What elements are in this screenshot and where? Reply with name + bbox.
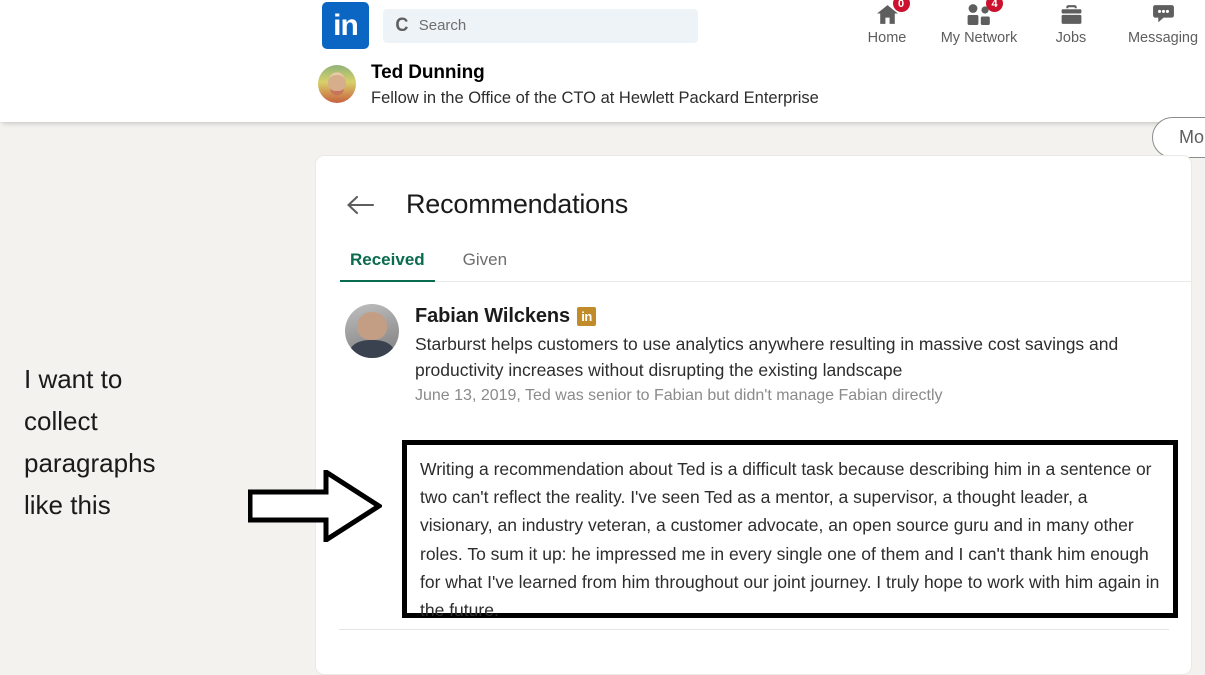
search-icon: C — [395, 15, 409, 36]
recommender-name-row: Fabian Wilckens in — [415, 305, 1185, 328]
nav-label-my-network: My Network — [940, 30, 1018, 46]
linkedin-logo-text: in — [333, 8, 359, 42]
nav-label-messaging: Messaging — [1127, 30, 1199, 46]
my-network-badge: 4 — [986, 0, 1003, 12]
briefcase-icon-wrap — [1058, 2, 1085, 28]
message-bubble-icon-wrap — [1150, 2, 1177, 28]
more-button[interactable]: More — [1152, 117, 1205, 158]
nav-item-messaging[interactable]: Messaging — [1117, 0, 1205, 51]
my-network-icon-wrap: 4 — [964, 0, 1003, 28]
divider — [339, 629, 1169, 630]
tab-list: Received Given — [340, 244, 1191, 282]
back-button[interactable] — [344, 192, 378, 218]
search-placeholder: Search — [418, 17, 467, 34]
recommendation-body: Fabian Wilckens in Starburst helps custo… — [415, 304, 1185, 405]
linkedin-premium-badge-icon: in — [577, 307, 597, 326]
linkedin-logo-icon[interactable]: in — [322, 2, 369, 49]
annotation-arrow — [247, 467, 384, 547]
card-header: Recommendations — [316, 156, 1191, 220]
briefcase-icon — [1061, 5, 1081, 24]
profile-headline: Fellow in the Office of the CTO at Hewle… — [371, 88, 819, 107]
right-arrow-annotation-icon — [247, 467, 384, 545]
annotation-text: I want to collect paragraphs like this — [24, 364, 156, 521]
recommendation-meta: June 13, 2019, Ted was senior to Fabian … — [415, 387, 943, 405]
recommender-name[interactable]: Fabian Wilckens — [415, 305, 570, 328]
nav-left-group: in C Search — [322, 0, 698, 51]
message-bubble-icon — [1152, 5, 1174, 23]
nav-item-home[interactable]: 0 Home — [841, 0, 933, 51]
highlighted-paragraph-box: Writing a recommendation about Ted is a … — [402, 440, 1178, 620]
nav-label-jobs: Jobs — [1055, 30, 1087, 46]
tab-given[interactable]: Given — [453, 244, 517, 281]
recommender-headline: Starburst helps customers to use analyti… — [415, 334, 1119, 380]
profile-subheader: Ted Dunning Fellow in the Office of the … — [0, 51, 1205, 158]
profile-text-group: Ted Dunning Fellow in the Office of the … — [371, 61, 819, 110]
recommendation-text: Writing a recommendation about Ted is a … — [420, 459, 1160, 620]
avatar[interactable] — [318, 65, 356, 103]
nav-item-my-network[interactable]: 4 My Network — [933, 0, 1025, 51]
search-input[interactable]: C Search — [383, 8, 698, 43]
recommendation-item: Fabian Wilckens in Starburst helps custo… — [316, 282, 1191, 405]
profile-identity-group: Ted Dunning Fellow in the Office of the … — [318, 61, 819, 110]
top-navigation-bar: in C Search 0 Home 4 My Network Jobs Mes… — [0, 0, 1205, 51]
nav-label-home: Home — [867, 30, 907, 46]
home-icon-wrap: 0 — [874, 0, 910, 28]
back-arrow-icon — [347, 195, 375, 214]
card-title: Recommendations — [406, 189, 629, 219]
nav-right-group: 0 Home 4 My Network Jobs Messaging — [841, 0, 1205, 51]
avatar[interactable] — [345, 304, 399, 358]
page-title: Ted Dunning — [371, 62, 485, 83]
tab-received[interactable]: Received — [340, 244, 435, 282]
nav-item-jobs[interactable]: Jobs — [1025, 0, 1117, 51]
